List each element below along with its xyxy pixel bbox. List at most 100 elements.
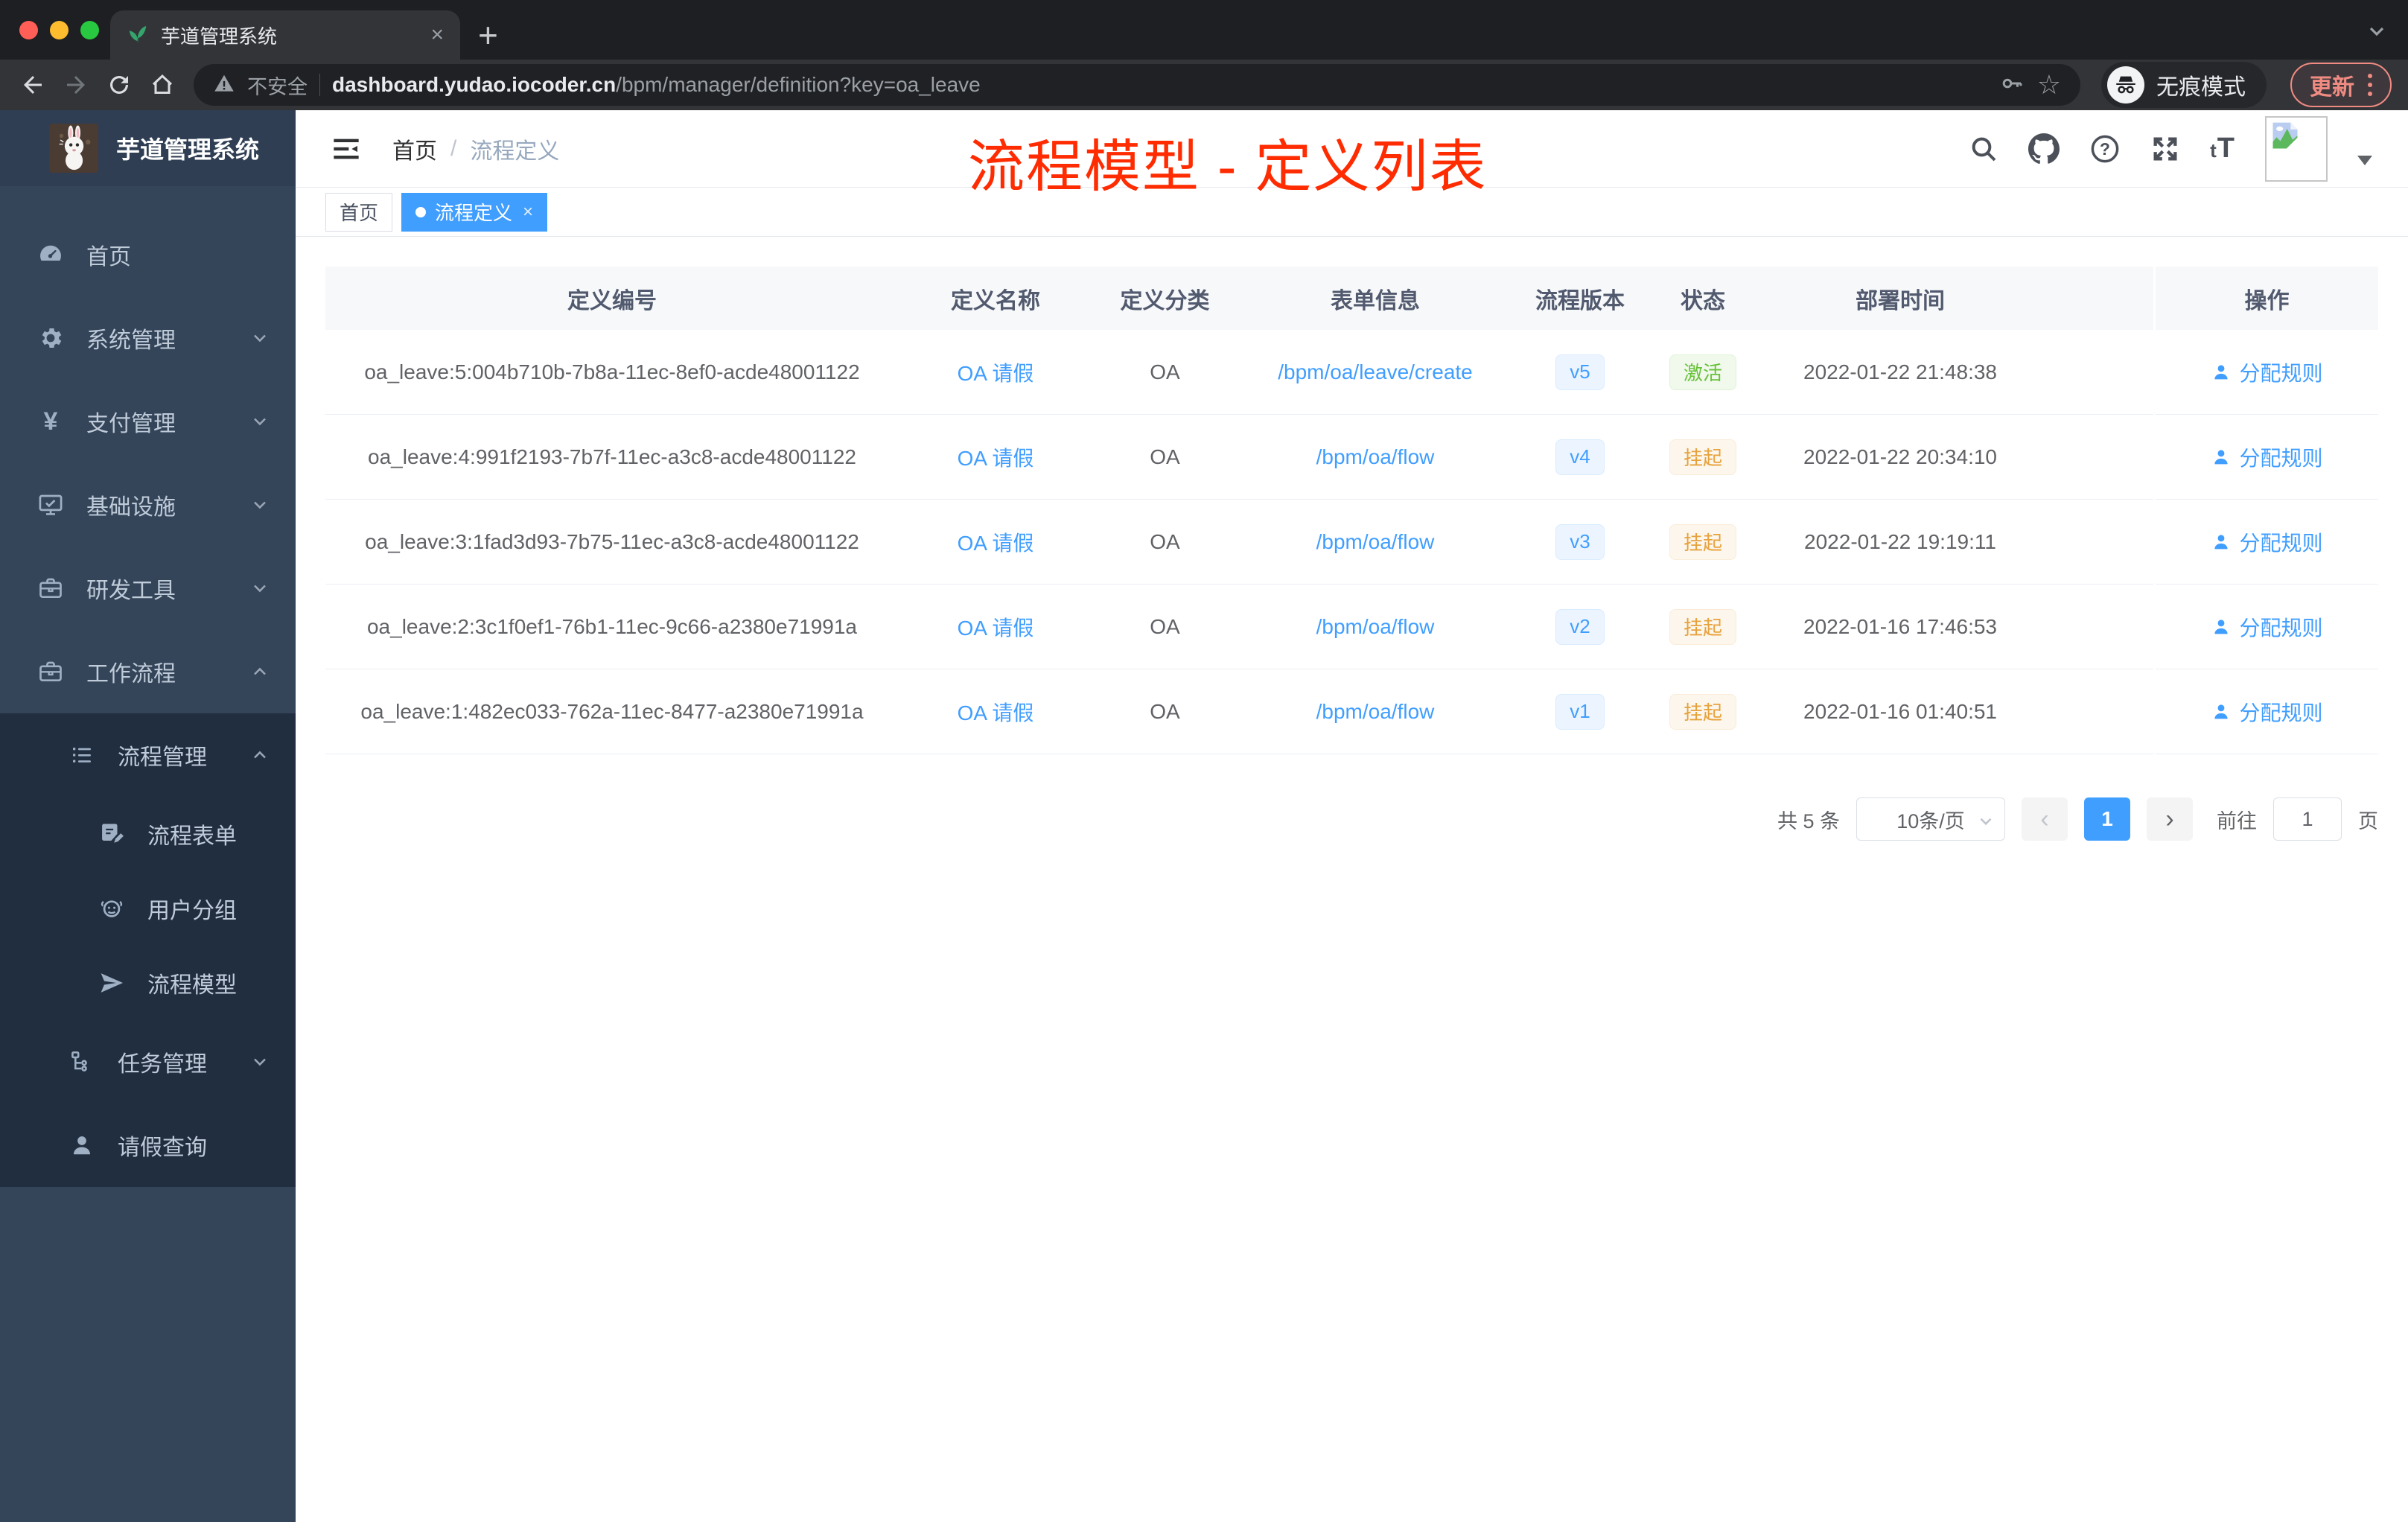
breadcrumb-home[interactable]: 首页 xyxy=(392,133,437,165)
close-window-button[interactable] xyxy=(19,21,38,39)
tab-title: 芋道管理系统 xyxy=(161,25,278,48)
sidebar-item-label: 基础设施 xyxy=(86,495,176,520)
sidebar-item-首页[interactable]: 首页 xyxy=(0,213,296,296)
tag-active-dot xyxy=(415,206,427,217)
navbar-actions: ? tT xyxy=(1969,115,2372,182)
version-badge[interactable]: v3 xyxy=(1555,523,1605,560)
form-link[interactable]: /bpm/oa/flow xyxy=(1316,530,1435,554)
version-badge[interactable]: v1 xyxy=(1555,693,1605,730)
app-title: 芋道管理系统 xyxy=(116,136,260,163)
version-badge[interactable]: v2 xyxy=(1555,608,1605,645)
reload-icon[interactable] xyxy=(103,69,136,101)
maximize-window-button[interactable] xyxy=(80,21,99,39)
key-icon[interactable] xyxy=(1998,70,2025,101)
form-link[interactable]: /bpm/oa/leave/create xyxy=(1278,360,1473,384)
gear-icon xyxy=(34,325,67,351)
definition-name-link[interactable]: OA 请假 xyxy=(958,612,1034,642)
chevron-down-icon xyxy=(249,411,270,432)
page-size-value: 10条/页 xyxy=(1896,809,1965,832)
sidebar-logo[interactable]: 芋道管理系统 xyxy=(0,110,296,186)
sidebar-item-流程管理[interactable]: 流程管理 xyxy=(0,713,296,797)
page-size-select[interactable]: 10条/页 xyxy=(1856,797,2005,841)
tag-label: 流程定义 xyxy=(435,202,513,224)
sidebar-collapse-icon[interactable] xyxy=(331,134,361,164)
avatar[interactable] xyxy=(2265,115,2328,182)
tag-label: 首页 xyxy=(340,202,379,224)
sidebar-item-label: 流程管理 xyxy=(118,745,207,770)
sidebar-item-label: 研发工具 xyxy=(86,579,176,603)
table-row: oa_leave:3:1fad3d93-7b75-11ec-a3c8-acde4… xyxy=(325,500,2378,585)
tag-home[interactable]: 首页 xyxy=(325,192,393,232)
update-button[interactable]: 更新 xyxy=(2290,63,2392,107)
goto-label: 前往 xyxy=(2217,809,2257,832)
minimize-window-button[interactable] xyxy=(50,21,69,39)
chevron-down-icon xyxy=(249,328,270,348)
bookmark-star-icon[interactable]: ☆ xyxy=(2037,71,2061,98)
home-icon[interactable] xyxy=(146,69,179,101)
deploy-time: 2022-01-22 19:19:11 xyxy=(1804,529,1996,553)
tag-process-definition[interactable]: 流程定义 × xyxy=(401,192,548,232)
goto-page-input[interactable]: 1 xyxy=(2273,797,2342,841)
user-icon xyxy=(2214,449,2229,464)
assign-rule-link[interactable]: 分配规则 xyxy=(2211,357,2323,387)
next-page-button[interactable]: › xyxy=(2147,797,2193,841)
search-icon[interactable] xyxy=(1969,134,1998,164)
definition-name-link[interactable]: OA 请假 xyxy=(958,697,1034,727)
browser-tab[interactable]: 芋道管理系统 × xyxy=(110,10,460,60)
main-area: 首页 / 流程定义 流程模型 - 定义列表 ? tT 首页 流程定义 × 定义编… xyxy=(296,110,2408,1522)
window-controls[interactable] xyxy=(19,21,99,39)
sidebar-item-系统管理[interactable]: 系统管理 xyxy=(0,296,296,380)
prev-page-button[interactable]: ‹ xyxy=(2022,797,2068,841)
sidebar-item-工作流程[interactable]: 工作流程 xyxy=(0,630,296,713)
tab-search-chevron-icon[interactable] xyxy=(2365,19,2389,47)
back-icon[interactable] xyxy=(16,69,49,101)
chevron-down-icon xyxy=(249,1051,270,1072)
app-frame: 芋道管理系统 首页 系统管理 ¥ 支付管理 基础设施 研发工具 工作流程 流程管… xyxy=(0,110,2408,1522)
new-tab-button[interactable]: + xyxy=(478,13,498,57)
chevron-down-icon xyxy=(249,578,270,599)
assign-rule-link[interactable]: 分配规则 xyxy=(2211,442,2323,472)
definition-name-link[interactable]: OA 请假 xyxy=(958,527,1034,557)
send-icon xyxy=(95,969,128,996)
user-icon xyxy=(2214,534,2229,549)
status-badge: 挂起 xyxy=(1669,693,1736,730)
sidebar-item-支付管理[interactable]: ¥ 支付管理 xyxy=(0,380,296,463)
definition-category: OA xyxy=(1150,445,1180,468)
status-badge: 挂起 xyxy=(1669,608,1736,645)
sidebar-item-任务管理[interactable]: 任务管理 xyxy=(0,1020,296,1104)
definition-category: OA xyxy=(1150,699,1180,723)
logo-avatar xyxy=(49,124,98,173)
browser-menu-icon[interactable] xyxy=(2368,74,2372,96)
avatar-dropdown-caret-icon[interactable] xyxy=(2357,156,2372,165)
sidebar-item-流程模型[interactable]: 流程模型 xyxy=(0,946,296,1020)
sidebar-item-请假查询[interactable]: 请假查询 xyxy=(0,1104,296,1187)
url-path: /bpm/manager/definition?key=oa_leave xyxy=(616,73,981,96)
help-icon[interactable]: ? xyxy=(2089,133,2121,165)
sidebar-item-基础设施[interactable]: 基础设施 xyxy=(0,463,296,547)
tab-close-icon[interactable]: × xyxy=(430,24,444,46)
definition-name-link[interactable]: OA 请假 xyxy=(958,442,1034,472)
page-1-button[interactable]: 1 xyxy=(2084,797,2130,841)
form-link[interactable]: /bpm/oa/flow xyxy=(1316,445,1435,469)
assign-rule-link[interactable]: 分配规则 xyxy=(2211,697,2323,727)
github-icon[interactable] xyxy=(2028,133,2060,165)
definition-name-link[interactable]: OA 请假 xyxy=(958,357,1034,387)
assign-rule-link[interactable]: 分配规则 xyxy=(2211,527,2323,557)
tag-close-icon[interactable]: × xyxy=(523,203,533,221)
font-size-icon[interactable]: tT xyxy=(2210,133,2235,165)
security-label[interactable]: 不安全 xyxy=(247,71,308,100)
assign-rule-link[interactable]: 分配规则 xyxy=(2211,612,2323,642)
sidebar-item-用户分组[interactable]: 用户分组 xyxy=(0,871,296,946)
version-badge[interactable]: v5 xyxy=(1555,354,1605,390)
form-link[interactable]: /bpm/oa/flow xyxy=(1316,615,1435,639)
sidebar-item-流程表单[interactable]: 流程表单 xyxy=(0,797,296,871)
version-badge[interactable]: v4 xyxy=(1555,439,1605,475)
list-icon xyxy=(66,742,98,768)
sidebar-item-研发工具[interactable]: 研发工具 xyxy=(0,547,296,630)
form-link[interactable]: /bpm/oa/flow xyxy=(1316,700,1435,724)
forward-icon[interactable] xyxy=(60,69,92,101)
fullscreen-icon[interactable] xyxy=(2150,134,2180,164)
col-header-category: 定义分类 xyxy=(1092,267,1238,330)
address-bar[interactable]: 不安全 dashboard.yudao.iocoder.cn/bpm/manag… xyxy=(194,64,2080,106)
tree-icon xyxy=(66,1048,98,1075)
